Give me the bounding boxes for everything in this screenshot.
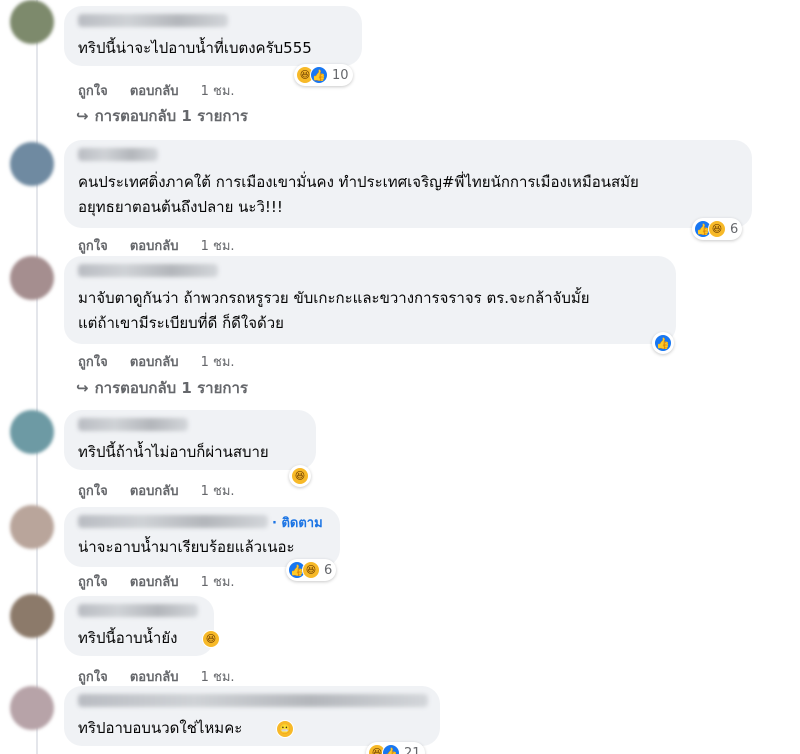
like-link[interactable]: ถูกใจ	[78, 355, 108, 370]
comment-bubble: ทริปอาบอบนวดใช่ไหมคะ 😬	[64, 686, 440, 746]
commenter-name-blurred[interactable]	[78, 418, 188, 431]
laughing-face-icon: 😆	[291, 467, 309, 485]
like-link[interactable]: ถูกใจ	[78, 84, 108, 99]
timestamp[interactable]: 1 ชม.	[201, 239, 235, 254]
timestamp[interactable]: 1 ชม.	[201, 670, 235, 685]
replies-label: การตอบกลับ 1 รายการ	[94, 107, 248, 125]
comment-text-line-1: คนประเทศติ่งภาคใต้ การเมืองเขามั่นคง ทำป…	[78, 173, 639, 191]
comment-bubble: · ติดตาม น่าจะอาบน้ำมาเรียบร้อยแล้วเนอะ	[64, 507, 340, 567]
laughing-face-icon: 😆	[202, 630, 220, 648]
thumbs-up-icon: 👍	[310, 66, 328, 84]
avatar[interactable]	[10, 256, 54, 300]
reaction-count: 6	[324, 562, 333, 578]
commenter-name-blurred[interactable]	[78, 515, 268, 528]
reply-link[interactable]: ตอบกลับ	[130, 84, 179, 99]
avatar[interactable]	[10, 594, 54, 638]
laughing-face-icon: 😆	[708, 220, 726, 238]
comment-text-line-2: อยุทธยาตอนต้นถึงปลาย นะวิ!!!	[78, 198, 283, 216]
reaction-summary[interactable]: 😆 👍 10	[294, 64, 353, 86]
reaction-count: 10	[332, 67, 349, 83]
reply-link[interactable]: ตอบกลับ	[130, 484, 179, 499]
avatar[interactable]	[10, 686, 54, 730]
follow-link[interactable]: · ติดตาม	[272, 512, 323, 533]
reaction-summary[interactable]: 😆	[289, 465, 311, 487]
timestamp[interactable]: 1 ชม.	[201, 355, 235, 370]
like-link[interactable]: ถูกใจ	[78, 239, 108, 254]
comment-text: ทริปนี้อาบน้ำยัง	[78, 629, 178, 647]
like-link[interactable]: ถูกใจ	[78, 670, 108, 685]
avatar[interactable]	[10, 410, 54, 454]
thumbs-up-icon: 👍	[382, 744, 400, 754]
comment-bubble: ทริปนี้อาบน้ำยัง	[64, 596, 214, 656]
laughing-face-icon: 😆	[302, 561, 320, 579]
comment-text: ทริปนี้น่าจะไปอาบน้ำที่เบตงครับ555	[78, 39, 312, 57]
commenter-name-blurred[interactable]	[78, 148, 158, 161]
comment-actions: ถูกใจ ตอบกลับ 1 ชม.	[78, 235, 253, 256]
avatar[interactable]	[10, 505, 54, 549]
reply-arrow-icon: ↪	[76, 379, 89, 397]
comment-actions: ถูกใจ ตอบกลับ 1 ชม.	[78, 571, 253, 592]
comment-text-line-1: มาจับตาดูกันว่า ถ้าพวกรถหรูรวย ขับเกะกะแ…	[78, 289, 590, 307]
commenter-name-blurred[interactable]	[78, 14, 228, 27]
reaction-summary[interactable]: 👍	[652, 332, 674, 354]
comment-actions: ถูกใจ ตอบกลับ 1 ชม.	[78, 351, 253, 372]
reply-link[interactable]: ตอบกลับ	[130, 239, 179, 254]
comment-text: น่าจะอาบน้ำมาเรียบร้อยแล้วเนอะ	[78, 538, 295, 556]
reaction-summary[interactable]: 😆 👍 21	[366, 742, 425, 754]
reaction-count: 6	[730, 221, 739, 237]
reaction-summary[interactable]: 😆	[200, 628, 222, 650]
like-link[interactable]: ถูกใจ	[78, 484, 108, 499]
comment-text: ทริปนี้ถ้าน้ำไม่อาบก็ผ่านสบาย	[78, 443, 269, 461]
reaction-summary[interactable]: 👍 😆 6	[286, 559, 337, 581]
timestamp[interactable]: 1 ชม.	[201, 84, 235, 99]
comment-bubble: ทริปนี้น่าจะไปอาบน้ำที่เบตงครับ555	[64, 6, 362, 66]
thumbs-up-icon: 👍	[654, 334, 672, 352]
face-icon: 😬	[276, 720, 294, 738]
thread-line	[36, 0, 38, 754]
reply-link[interactable]: ตอบกลับ	[130, 670, 179, 685]
like-link[interactable]: ถูกใจ	[78, 575, 108, 590]
avatar[interactable]	[10, 142, 54, 186]
comment-actions: ถูกใจ ตอบกลับ 1 ชม.	[78, 80, 253, 101]
reply-link[interactable]: ตอบกลับ	[130, 355, 179, 370]
comment-text-line-2: แต่ถ้าเขามีระเบียบที่ดี ก็ดีใจด้วย	[78, 314, 284, 332]
commenter-name-blurred[interactable]	[78, 264, 218, 277]
commenter-name-blurred[interactable]	[78, 694, 428, 707]
reaction-summary[interactable]: 👍 😆 6	[692, 218, 743, 240]
comment-actions: ถูกใจ ตอบกลับ 1 ชม.	[78, 666, 253, 687]
comment-bubble: ทริปนี้ถ้าน้ำไม่อาบก็ผ่านสบาย	[64, 410, 316, 470]
replies-label: การตอบกลับ 1 รายการ	[94, 379, 248, 397]
reply-link[interactable]: ตอบกลับ	[130, 575, 179, 590]
view-replies-link[interactable]: ↪ การตอบกลับ 1 รายการ	[76, 376, 248, 400]
commenter-name-blurred[interactable]	[78, 604, 198, 617]
timestamp[interactable]: 1 ชม.	[201, 575, 235, 590]
comment-text: ทริปอาบอบนวดใช่ไหมคะ	[78, 719, 243, 737]
avatar[interactable]	[10, 0, 54, 44]
comment-bubble: คนประเทศติ่งภาคใต้ การเมืองเขามั่นคง ทำป…	[64, 140, 752, 228]
comment-actions: ถูกใจ ตอบกลับ 1 ชม.	[78, 480, 253, 501]
comment-bubble: มาจับตาดูกันว่า ถ้าพวกรถหรูรวย ขับเกะกะแ…	[64, 256, 676, 344]
view-replies-link[interactable]: ↪ การตอบกลับ 1 รายการ	[76, 104, 248, 128]
reply-arrow-icon: ↪	[76, 107, 89, 125]
timestamp[interactable]: 1 ชม.	[201, 484, 235, 499]
reaction-count: 21	[404, 745, 421, 754]
